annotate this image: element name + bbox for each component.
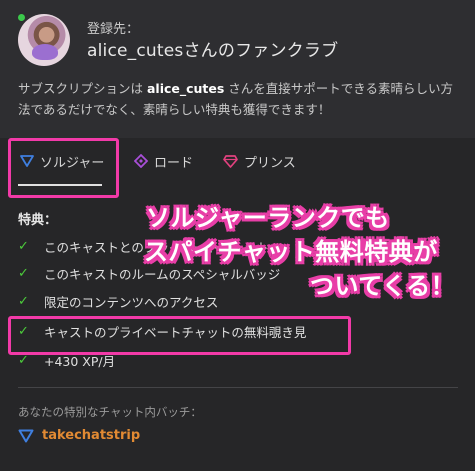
check-icon: ✓ bbox=[18, 352, 29, 368]
tab-prince[interactable]: プリンス bbox=[223, 150, 296, 172]
online-status-icon bbox=[17, 13, 26, 22]
perk-item: ✓ +430 XP/月 bbox=[18, 351, 115, 369]
description-prefix: サブスクリプションは bbox=[18, 81, 147, 96]
check-icon: ✓ bbox=[18, 293, 29, 309]
fanclub-panel: 登録先： alice_cutesさんのファンクラブ サブスクリプションは ali… bbox=[0, 0, 475, 471]
blue-triangle-icon bbox=[18, 429, 34, 442]
chat-badge: takechatstrip bbox=[18, 428, 140, 443]
club-name: alice_cutesさんのファンクラブ bbox=[87, 41, 339, 61]
divider bbox=[18, 387, 458, 388]
perk-item: ✓ 限定のコンテンツへのアクセス bbox=[18, 292, 218, 310]
overlay-caption-line3: ついてくる！ bbox=[310, 272, 456, 300]
badge-label: あなたの特別なチャット内バッチ： bbox=[18, 405, 202, 419]
purple-diamond-icon bbox=[134, 154, 148, 168]
tab-highlight-box bbox=[8, 138, 119, 198]
perk-label: 限定のコンテンツへのアクセス bbox=[44, 294, 219, 310]
subscription-description: サブスクリプションは alice_cutes さんを直接サポートできる素晴らしい… bbox=[18, 78, 463, 120]
perk-label: +430 XP/月 bbox=[44, 353, 116, 369]
overlay-caption-line2: スパイチャット無料特典が bbox=[144, 238, 438, 266]
overlay-caption-line1: ソルジャーランクでも bbox=[146, 204, 390, 232]
fanclub-header: 登録先： alice_cutesさんのファンクラブ サブスクリプションは ali… bbox=[0, 0, 475, 140]
tab-label: プリンス bbox=[244, 155, 296, 171]
tab-lord[interactable]: ロード bbox=[134, 150, 193, 172]
check-icon: ✓ bbox=[18, 265, 29, 281]
tab-label: ロード bbox=[154, 155, 194, 171]
perk-highlight-box bbox=[8, 316, 351, 355]
check-icon: ✓ bbox=[18, 238, 29, 254]
pink-gem-icon bbox=[223, 154, 238, 168]
perks-title: 特典： bbox=[18, 213, 58, 228]
badge-name: takechatstrip bbox=[42, 428, 141, 443]
avatar[interactable] bbox=[18, 14, 70, 66]
description-username: alice_cutes bbox=[146, 81, 225, 96]
registered-label: 登録先： bbox=[87, 22, 140, 37]
